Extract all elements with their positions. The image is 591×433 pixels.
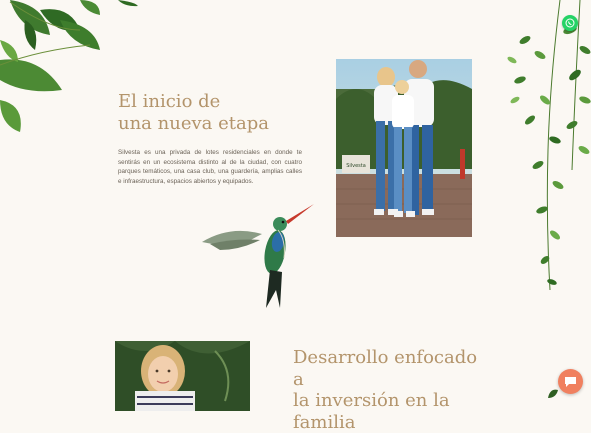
investment-heading: Desarrollo enfocado a la inversión en la… (293, 347, 493, 433)
intro-heading-line1: El inicio de (118, 91, 221, 112)
whatsapp-button[interactable] (562, 15, 578, 31)
chat-button[interactable] (558, 369, 583, 394)
intro-heading-line2: una nueva etapa (118, 112, 269, 134)
whatsapp-icon (565, 18, 575, 28)
silvesta-sign-text: Silvesta (346, 163, 366, 169)
investment-heading-line3: familia (293, 411, 356, 433)
hummingbird-illustration (202, 204, 314, 308)
family-photo: Silvesta (336, 59, 472, 237)
investment-heading-line1: Desarrollo enfocado a (293, 347, 478, 390)
intro-heading: El inicio de una nueva etapa (118, 91, 278, 134)
investment-heading-line2: la inversión en la (293, 390, 450, 412)
leaf-bottom-right (548, 389, 558, 398)
girl-photo (115, 341, 250, 411)
intro-paragraph: Silvesta es una privada de lotes residen… (118, 149, 302, 185)
foliage-vine-right (507, 0, 591, 291)
chat-bubble-icon (565, 376, 576, 387)
